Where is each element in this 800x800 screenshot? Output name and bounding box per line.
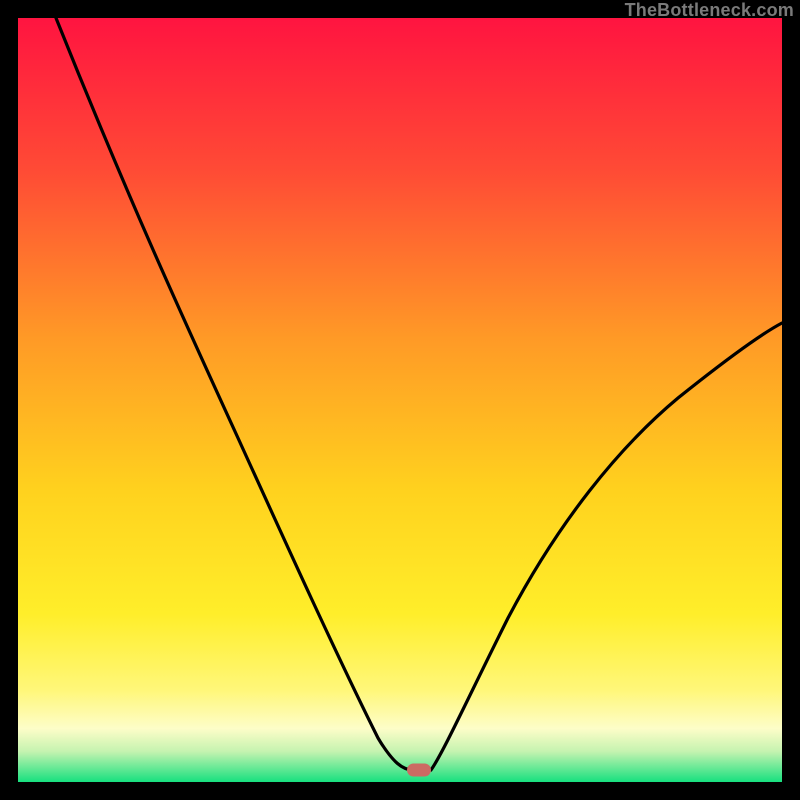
bottleneck-curve bbox=[18, 18, 782, 782]
chart-frame: TheBottleneck.com bbox=[0, 0, 800, 800]
watermark-text: TheBottleneck.com bbox=[625, 0, 794, 21]
plot-area bbox=[18, 18, 782, 782]
optimal-point-marker bbox=[407, 763, 431, 776]
